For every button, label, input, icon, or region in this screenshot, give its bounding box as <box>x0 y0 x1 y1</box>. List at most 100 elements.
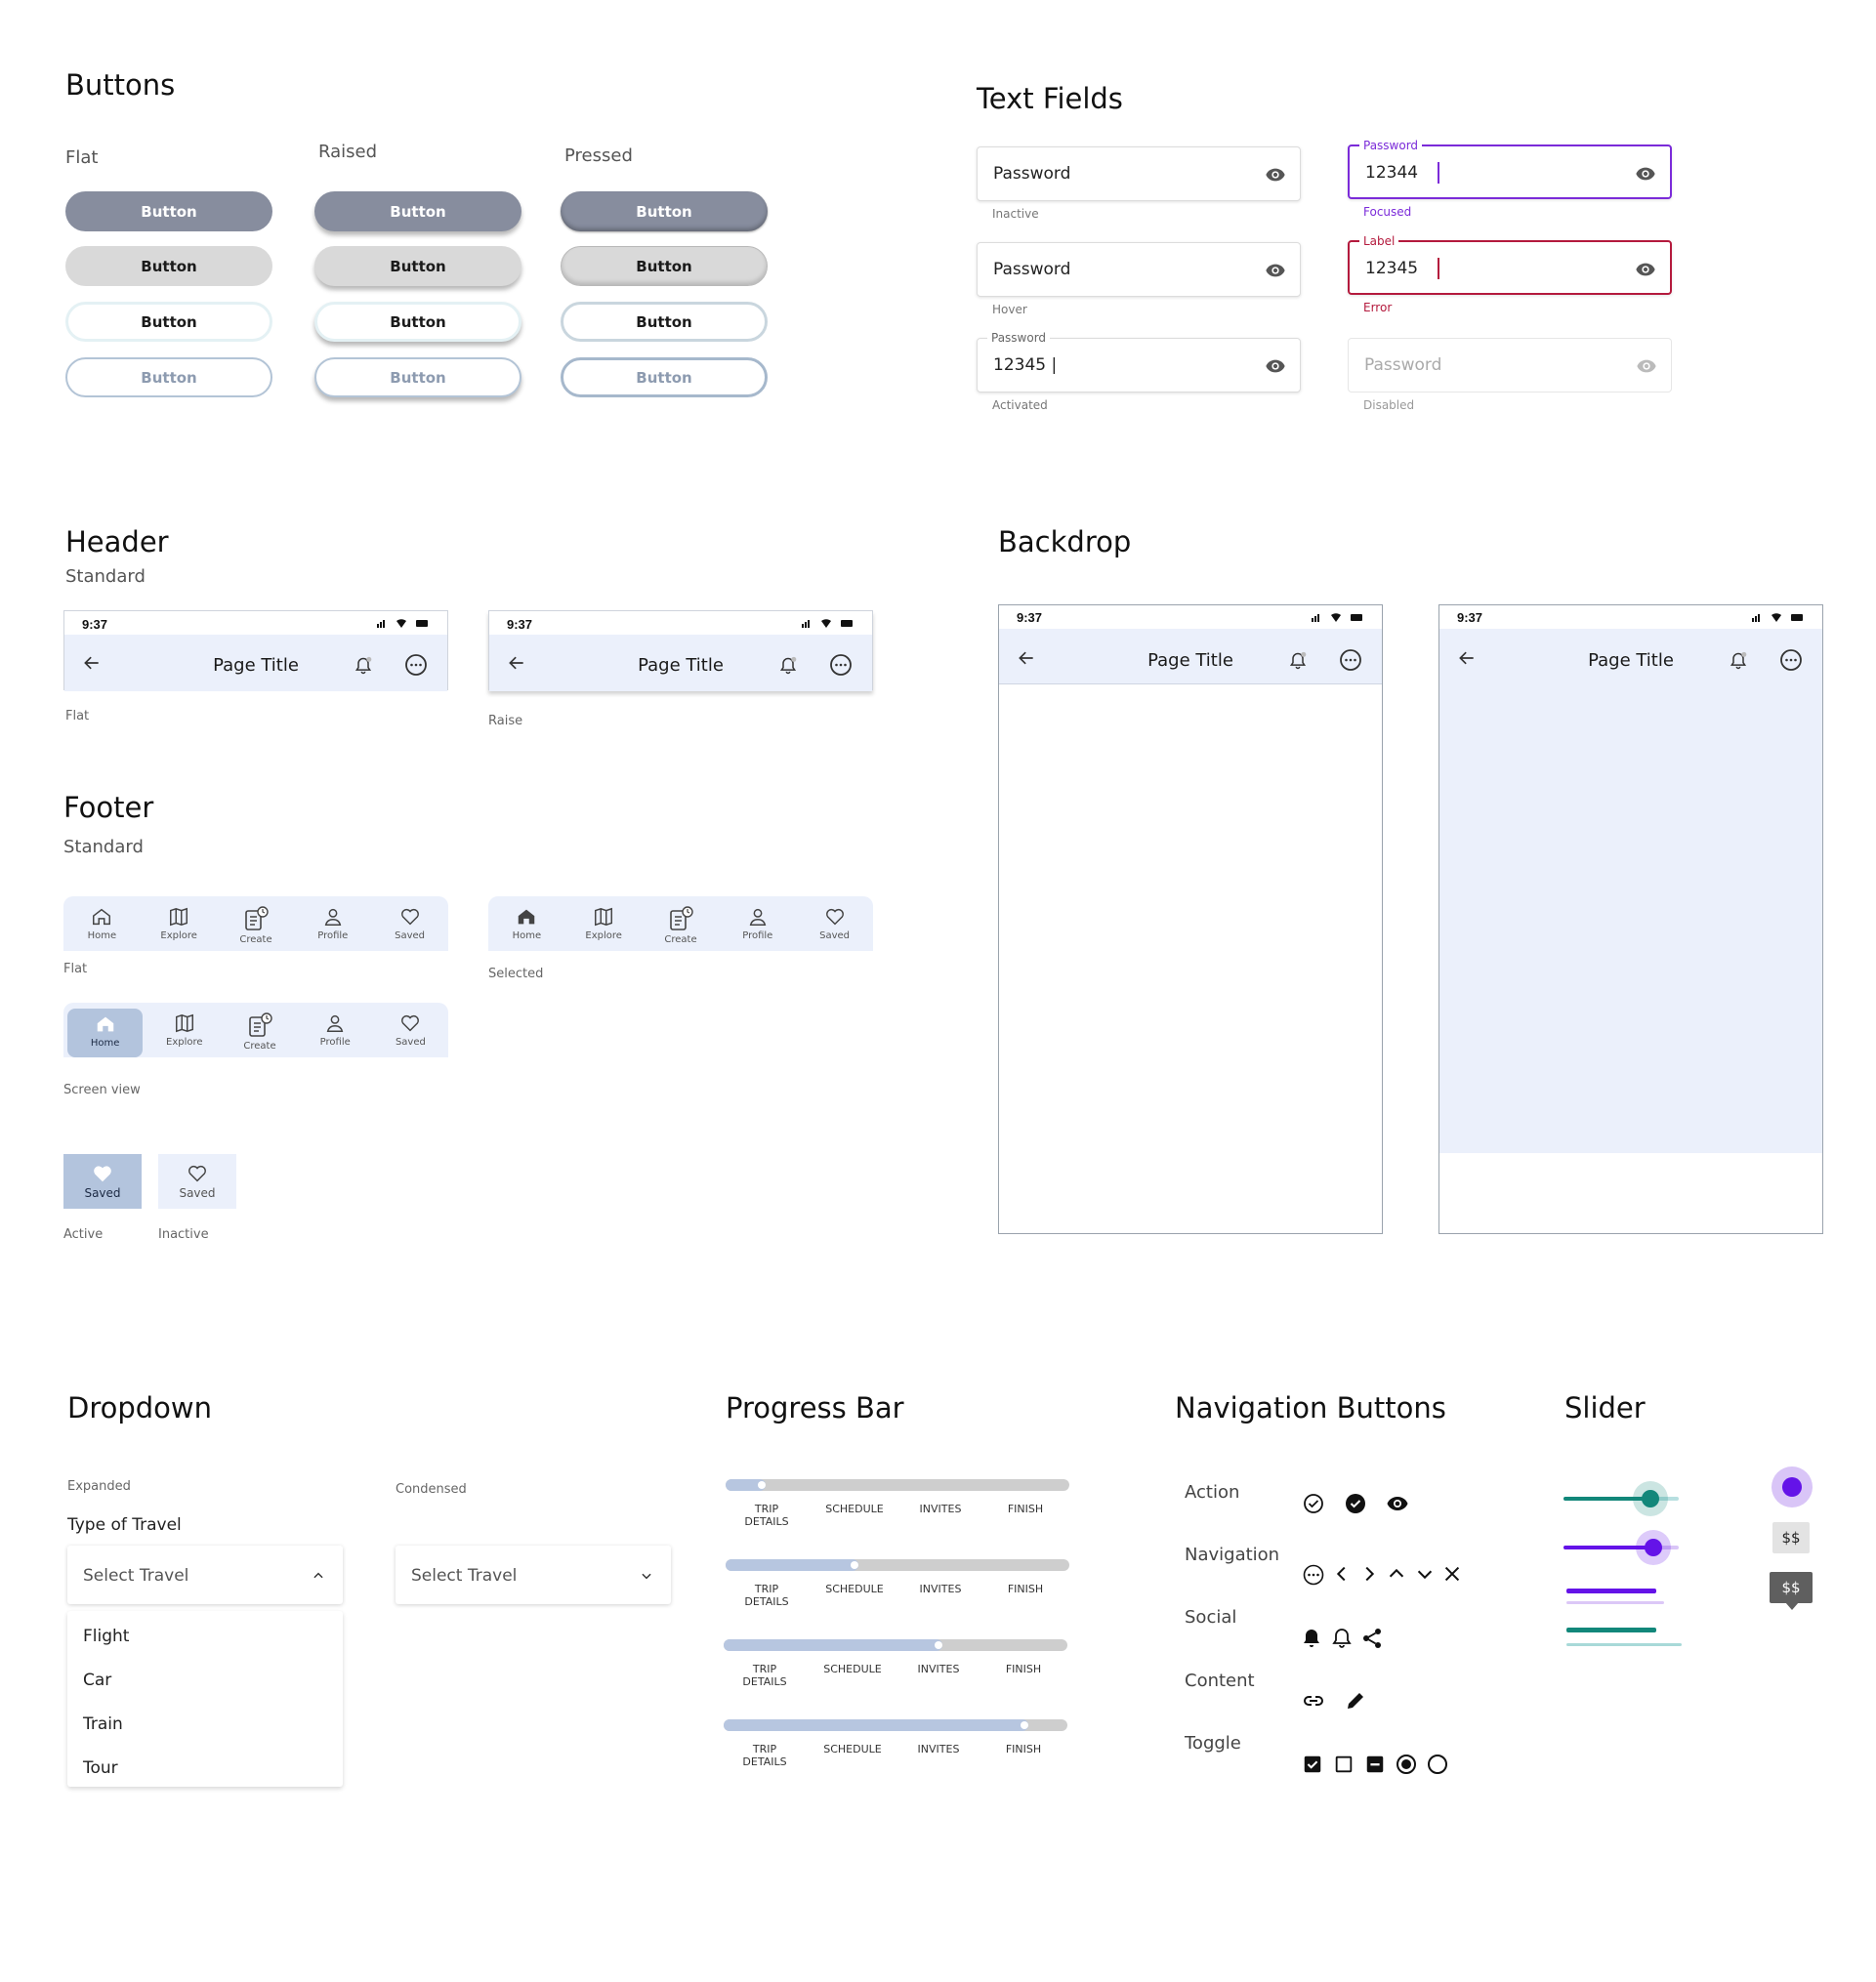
footer-item-label: Create <box>239 934 272 945</box>
dropdown-field-label: Type of Travel <box>67 1515 182 1535</box>
backdrop-title: Backdrop <box>998 525 1132 558</box>
footer-item-saved[interactable]: Saved <box>796 896 873 951</box>
footer-item-create[interactable]: Create <box>643 896 720 951</box>
profile-icon <box>324 908 342 926</box>
eye-icon[interactable] <box>1633 163 1658 185</box>
slider-teal-track[interactable] <box>1563 1481 1679 1516</box>
flat-outline-button[interactable]: Button <box>65 302 272 342</box>
raised-outline-button[interactable]: Button <box>314 302 521 342</box>
more-options-icon[interactable] <box>1339 648 1362 672</box>
chevron-down-icon[interactable] <box>1414 1563 1436 1585</box>
footer-item-profile[interactable]: Profile <box>298 1003 373 1057</box>
slider-thumb-sample[interactable] <box>1772 1466 1813 1507</box>
close-icon[interactable] <box>1441 1563 1463 1585</box>
pressed-primary-button[interactable]: Button <box>561 191 768 231</box>
raised-primary-button[interactable]: Button <box>314 191 521 231</box>
saved-tab-active[interactable]: Saved <box>63 1154 142 1209</box>
bell-icon[interactable] <box>778 656 798 676</box>
share-icon[interactable] <box>1360 1627 1384 1650</box>
bell-icon[interactable] <box>1288 651 1308 671</box>
dropdown-placeholder: Select Travel <box>411 1566 518 1586</box>
travel-dropdown-condensed[interactable]: Select Travel <box>396 1546 671 1604</box>
dropdown-option-train[interactable]: Train <box>83 1714 123 1734</box>
flat-ghost-button[interactable]: Button <box>65 357 272 397</box>
flat-primary-button[interactable]: Button <box>65 191 272 231</box>
saved-tab-inactive[interactable]: Saved <box>158 1154 236 1209</box>
footer-item-home[interactable]: Home <box>63 896 141 951</box>
inactive-caption: Inactive <box>158 1227 209 1242</box>
password-field-hover[interactable]: Password <box>977 242 1301 297</box>
field-placeholder: Password <box>993 164 1071 184</box>
pressed-secondary-button[interactable]: Button <box>561 246 768 286</box>
map-icon <box>175 1013 193 1033</box>
radio-selected-icon[interactable] <box>1395 1753 1418 1776</box>
footer-item-label: Profile <box>319 1037 351 1048</box>
chevron-right-icon[interactable] <box>1358 1563 1380 1585</box>
pressed-ghost-button[interactable]: Button <box>561 357 768 397</box>
check-circle-filled-icon[interactable] <box>1344 1492 1367 1515</box>
password-field-error[interactable]: Label 12345 <box>1348 234 1672 295</box>
checkbox-indeterminate-icon[interactable] <box>1364 1754 1386 1775</box>
footer-item-profile[interactable]: Profile <box>294 896 371 951</box>
eye-icon[interactable] <box>1385 1492 1410 1515</box>
slider-purple-track[interactable] <box>1563 1530 1679 1565</box>
footer-title: Footer <box>63 791 154 824</box>
footer-item-label: Explore <box>585 930 622 941</box>
chevron-left-icon[interactable] <box>1331 1563 1353 1585</box>
footer-item-create[interactable]: Create <box>218 896 295 951</box>
dropdown-options-list: Flight Car Train Tour <box>67 1611 343 1787</box>
slider-purple-halo[interactable] <box>1636 1530 1672 1565</box>
checkbox-checked-icon[interactable] <box>1302 1754 1323 1775</box>
pressed-outline-button[interactable]: Button <box>561 302 768 342</box>
slider-teal-thumb[interactable] <box>1641 1490 1659 1507</box>
raised-secondary-button[interactable]: Button <box>314 246 521 286</box>
slider-teal-halo[interactable] <box>1632 1481 1668 1516</box>
footer-item-saved[interactable]: Saved <box>373 1003 448 1057</box>
nav-row-action: Action <box>1185 1482 1240 1503</box>
footer-item-home[interactable]: Home <box>67 1009 144 1057</box>
flat-secondary-button[interactable]: Button <box>65 246 272 286</box>
dropdown-condensed-caption: Condensed <box>396 1482 467 1497</box>
inactive-caption: Inactive <box>992 207 1039 221</box>
bell-icon[interactable] <box>354 656 373 676</box>
more-options-icon[interactable] <box>404 653 428 677</box>
focused-caption: Focused <box>1363 205 1412 219</box>
footer-item-explore[interactable]: Explore <box>565 896 643 951</box>
footer-item-explore[interactable]: Explore <box>141 896 218 951</box>
bell-filled-icon[interactable] <box>1300 1627 1323 1650</box>
more-options-icon[interactable] <box>1779 648 1803 672</box>
more-options-icon[interactable] <box>1302 1563 1325 1587</box>
chevron-up-icon[interactable] <box>1386 1563 1407 1585</box>
more-options-icon[interactable] <box>829 653 853 677</box>
eye-icon[interactable] <box>1263 260 1288 281</box>
eye-icon[interactable] <box>1263 355 1288 377</box>
link-icon[interactable] <box>1302 1689 1325 1713</box>
dropdown-option-flight[interactable]: Flight <box>83 1627 129 1646</box>
dropdown-option-tour[interactable]: Tour <box>83 1758 118 1778</box>
bell-icon[interactable] <box>1729 651 1748 671</box>
footer-item-explore[interactable]: Explore <box>146 1003 222 1057</box>
check-circle-outline-icon[interactable] <box>1302 1492 1325 1515</box>
travel-dropdown-expanded[interactable]: Select Travel <box>67 1546 343 1604</box>
progress-step-label: FINISH <box>1005 1743 1042 1755</box>
password-field-activated[interactable]: Password 12345 | <box>977 331 1301 392</box>
footer-item-home[interactable]: Home <box>488 896 565 951</box>
eye-icon[interactable] <box>1633 259 1658 280</box>
footer-item-profile[interactable]: Profile <box>719 896 796 951</box>
bell-outline-icon[interactable] <box>1330 1627 1354 1650</box>
password-field-focused[interactable]: Password 12344 <box>1348 139 1672 199</box>
progress-step-label: TRIP DETAILS <box>744 1583 789 1608</box>
eye-icon[interactable] <box>1263 164 1288 186</box>
raised-ghost-button[interactable]: Button <box>314 357 521 397</box>
dropdown-placeholder: Select Travel <box>83 1566 189 1586</box>
dropdown-option-car[interactable]: Car <box>83 1671 111 1690</box>
checkbox-unchecked-icon[interactable] <box>1333 1754 1355 1775</box>
footer-item-create[interactable]: Create <box>222 1003 297 1057</box>
pencil-icon[interactable] <box>1344 1689 1367 1713</box>
footer-item-saved[interactable]: Saved <box>371 896 448 951</box>
app-bar: Page Title <box>64 635 447 691</box>
slider-purple-thumb[interactable] <box>1645 1539 1663 1556</box>
radio-unselected-icon[interactable] <box>1426 1753 1449 1776</box>
progress-bar-2 <box>726 1559 1069 1571</box>
password-field-inactive[interactable]: Password <box>977 146 1301 201</box>
